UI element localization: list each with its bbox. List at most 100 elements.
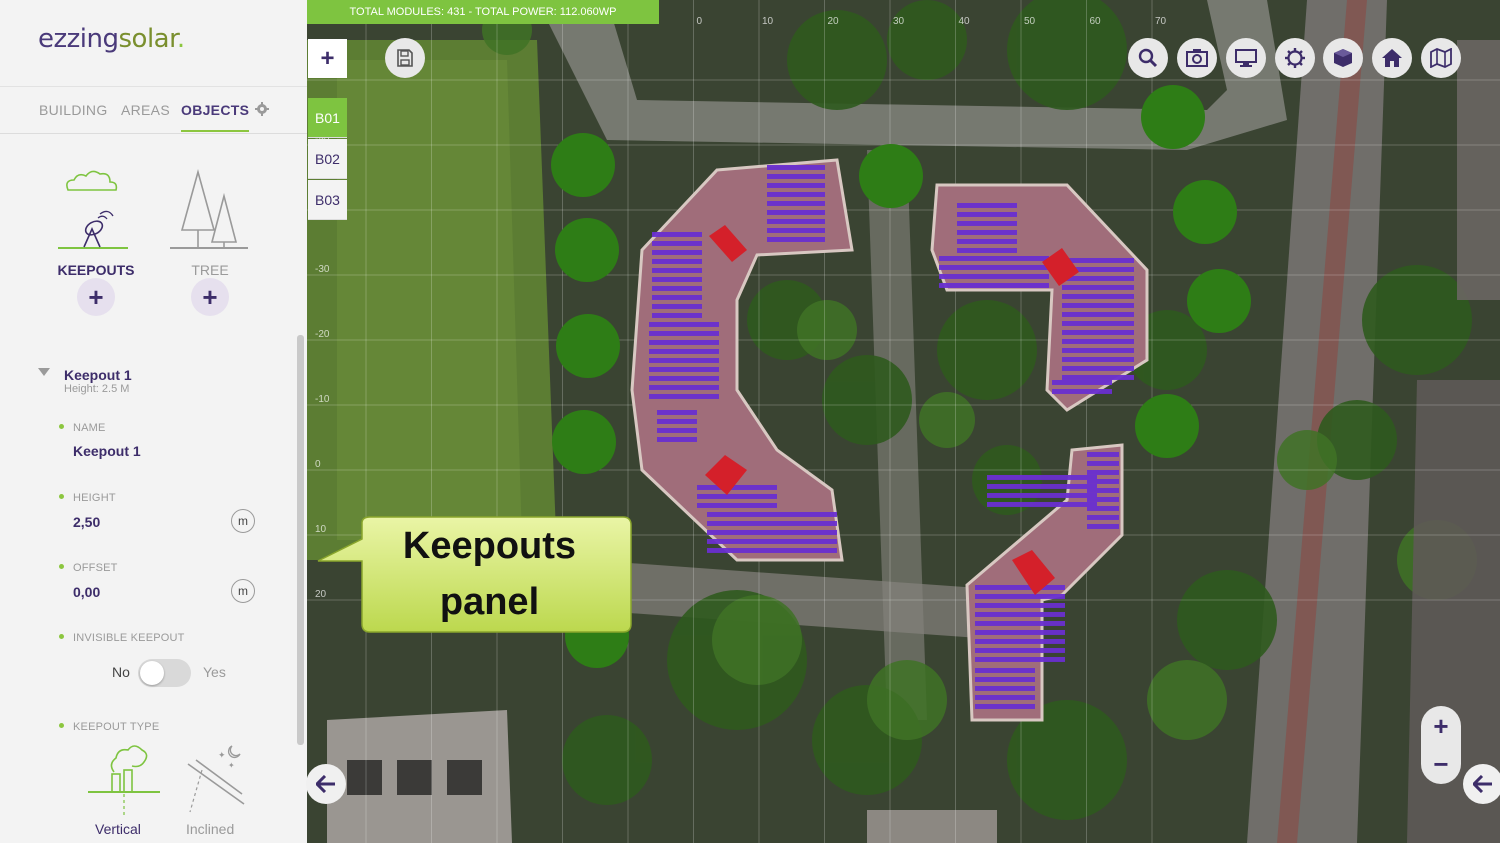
solar-panel-row[interactable] <box>975 612 1065 617</box>
solar-panel-row[interactable] <box>649 385 719 390</box>
solar-panel-row[interactable] <box>657 428 697 433</box>
solar-panel-row[interactable] <box>987 502 1097 507</box>
solar-panel-row[interactable] <box>1087 524 1119 529</box>
keepout-title[interactable]: Keepout 1 <box>64 367 132 383</box>
solar-panel-row[interactable] <box>767 174 825 179</box>
solar-panel-row[interactable] <box>707 521 837 526</box>
solar-panel-row[interactable] <box>649 376 719 381</box>
solar-panel-row[interactable] <box>707 530 837 535</box>
vertical-type-label[interactable]: Vertical <box>95 821 141 837</box>
solar-panel-row[interactable] <box>975 704 1035 709</box>
solar-panel-row[interactable] <box>707 539 837 544</box>
solar-panel-row[interactable] <box>652 277 702 282</box>
solar-panel-row[interactable] <box>1062 330 1134 335</box>
building-tab-b03[interactable]: B03 <box>308 180 347 220</box>
tab-objects[interactable]: OBJECTS <box>181 102 250 132</box>
solar-panel-row[interactable] <box>1062 339 1134 344</box>
solar-panel-row[interactable] <box>649 322 719 327</box>
solar-panel-row[interactable] <box>987 475 1097 480</box>
solar-panel-row[interactable] <box>1062 375 1134 380</box>
height-field[interactable]: 2,50 <box>73 514 100 530</box>
solar-panel-row[interactable] <box>1062 294 1134 299</box>
solar-panel-row[interactable] <box>767 201 825 206</box>
solar-panel-row[interactable] <box>939 283 1049 288</box>
zoom-out-button[interactable]: − <box>1421 746 1461 782</box>
home-button[interactable] <box>1372 38 1412 78</box>
solar-panel-row[interactable] <box>1062 258 1134 263</box>
solar-panel-row[interactable] <box>697 503 777 508</box>
solar-panel-row[interactable] <box>975 630 1065 635</box>
solar-panel-row[interactable] <box>649 367 719 372</box>
save-button[interactable] <box>385 38 425 78</box>
add-building-button[interactable]: + <box>308 39 347 78</box>
solar-panel-row[interactable] <box>957 221 1017 226</box>
solar-panel-row[interactable] <box>1062 312 1134 317</box>
gear-icon[interactable] <box>255 102 269 116</box>
solar-panel-row[interactable] <box>1087 470 1119 475</box>
solar-panel-row[interactable] <box>987 484 1097 489</box>
offset-field[interactable]: 0,00 <box>73 584 100 600</box>
solar-panel-row[interactable] <box>1052 389 1112 394</box>
solar-panel-row[interactable] <box>657 437 697 442</box>
solar-panel-row[interactable] <box>975 603 1065 608</box>
solar-panel-row[interactable] <box>707 548 837 553</box>
solar-panel-row[interactable] <box>1062 285 1134 290</box>
solar-panel-row[interactable] <box>649 349 719 354</box>
solar-panel-row[interactable] <box>975 594 1065 599</box>
add-keepout-button[interactable]: + <box>77 278 115 316</box>
building-tab-b01[interactable]: B01 <box>308 98 347 138</box>
solar-panel-row[interactable] <box>697 494 777 499</box>
inclined-type-label[interactable]: Inclined <box>186 821 234 837</box>
solar-panel-row[interactable] <box>1062 321 1134 326</box>
solar-panel-row[interactable] <box>1087 461 1119 466</box>
solar-panel-row[interactable] <box>975 621 1065 626</box>
solar-panel-row[interactable] <box>767 165 825 170</box>
map-view-button[interactable] <box>1421 38 1461 78</box>
collapse-panel-button[interactable] <box>306 764 346 804</box>
display-button[interactable] <box>1226 38 1266 78</box>
solar-panel-row[interactable] <box>652 313 702 318</box>
inclined-keepout-icon[interactable]: ✦ ✦ <box>182 742 250 814</box>
solar-panel-row[interactable] <box>767 192 825 197</box>
solar-panel-row[interactable] <box>939 265 1049 270</box>
solar-panel-row[interactable] <box>767 228 825 233</box>
solar-panel-row[interactable] <box>957 239 1017 244</box>
solar-panel-row[interactable] <box>652 241 702 246</box>
solar-panel-row[interactable] <box>975 585 1065 590</box>
tab-building[interactable]: BUILDING <box>39 102 108 118</box>
solar-panel-row[interactable] <box>767 210 825 215</box>
solar-panel-row[interactable] <box>652 295 702 300</box>
solar-panel-row[interactable] <box>975 677 1035 682</box>
add-tree-button[interactable]: + <box>191 278 229 316</box>
name-field[interactable]: Keepout 1 <box>73 443 141 459</box>
solar-panel-row[interactable] <box>957 203 1017 208</box>
invisible-keepout-toggle[interactable] <box>138 659 191 687</box>
keepout-object-icon[interactable] <box>56 170 130 252</box>
solar-panel-row[interactable] <box>1087 452 1119 457</box>
solar-panel-row[interactable] <box>649 358 719 363</box>
solar-panel-row[interactable] <box>767 237 825 242</box>
solar-panel-row[interactable] <box>707 512 837 517</box>
solar-panel-row[interactable] <box>975 657 1065 662</box>
solar-panel-row[interactable] <box>1062 357 1134 362</box>
solar-panel-row[interactable] <box>939 274 1049 279</box>
solar-panel-row[interactable] <box>957 212 1017 217</box>
satellite-map[interactable]: -50-40-30-20-10010203040506070-60-50-40-… <box>307 0 1500 843</box>
search-button[interactable] <box>1128 38 1168 78</box>
solar-panel-row[interactable] <box>649 331 719 336</box>
solar-panel-row[interactable] <box>975 695 1035 700</box>
settings-button[interactable] <box>1275 38 1315 78</box>
solar-panel-row[interactable] <box>1062 366 1134 371</box>
solar-panel-row[interactable] <box>975 639 1065 644</box>
expand-right-panel-button[interactable] <box>1463 764 1500 804</box>
solar-panel-row[interactable] <box>657 419 697 424</box>
solar-panel-row[interactable] <box>939 256 1049 261</box>
solar-panel-row[interactable] <box>767 183 825 188</box>
panel-scrollbar[interactable] <box>297 335 304 745</box>
solar-panel-row[interactable] <box>652 268 702 273</box>
map-canvas[interactable]: -50-40-30-20-10010203040506070-60-50-40-… <box>307 0 1500 843</box>
building-tab-b02[interactable]: B02 <box>308 139 347 179</box>
solar-panel-row[interactable] <box>652 259 702 264</box>
solar-panel-row[interactable] <box>1052 380 1112 385</box>
tab-areas[interactable]: AREAS <box>121 102 170 118</box>
